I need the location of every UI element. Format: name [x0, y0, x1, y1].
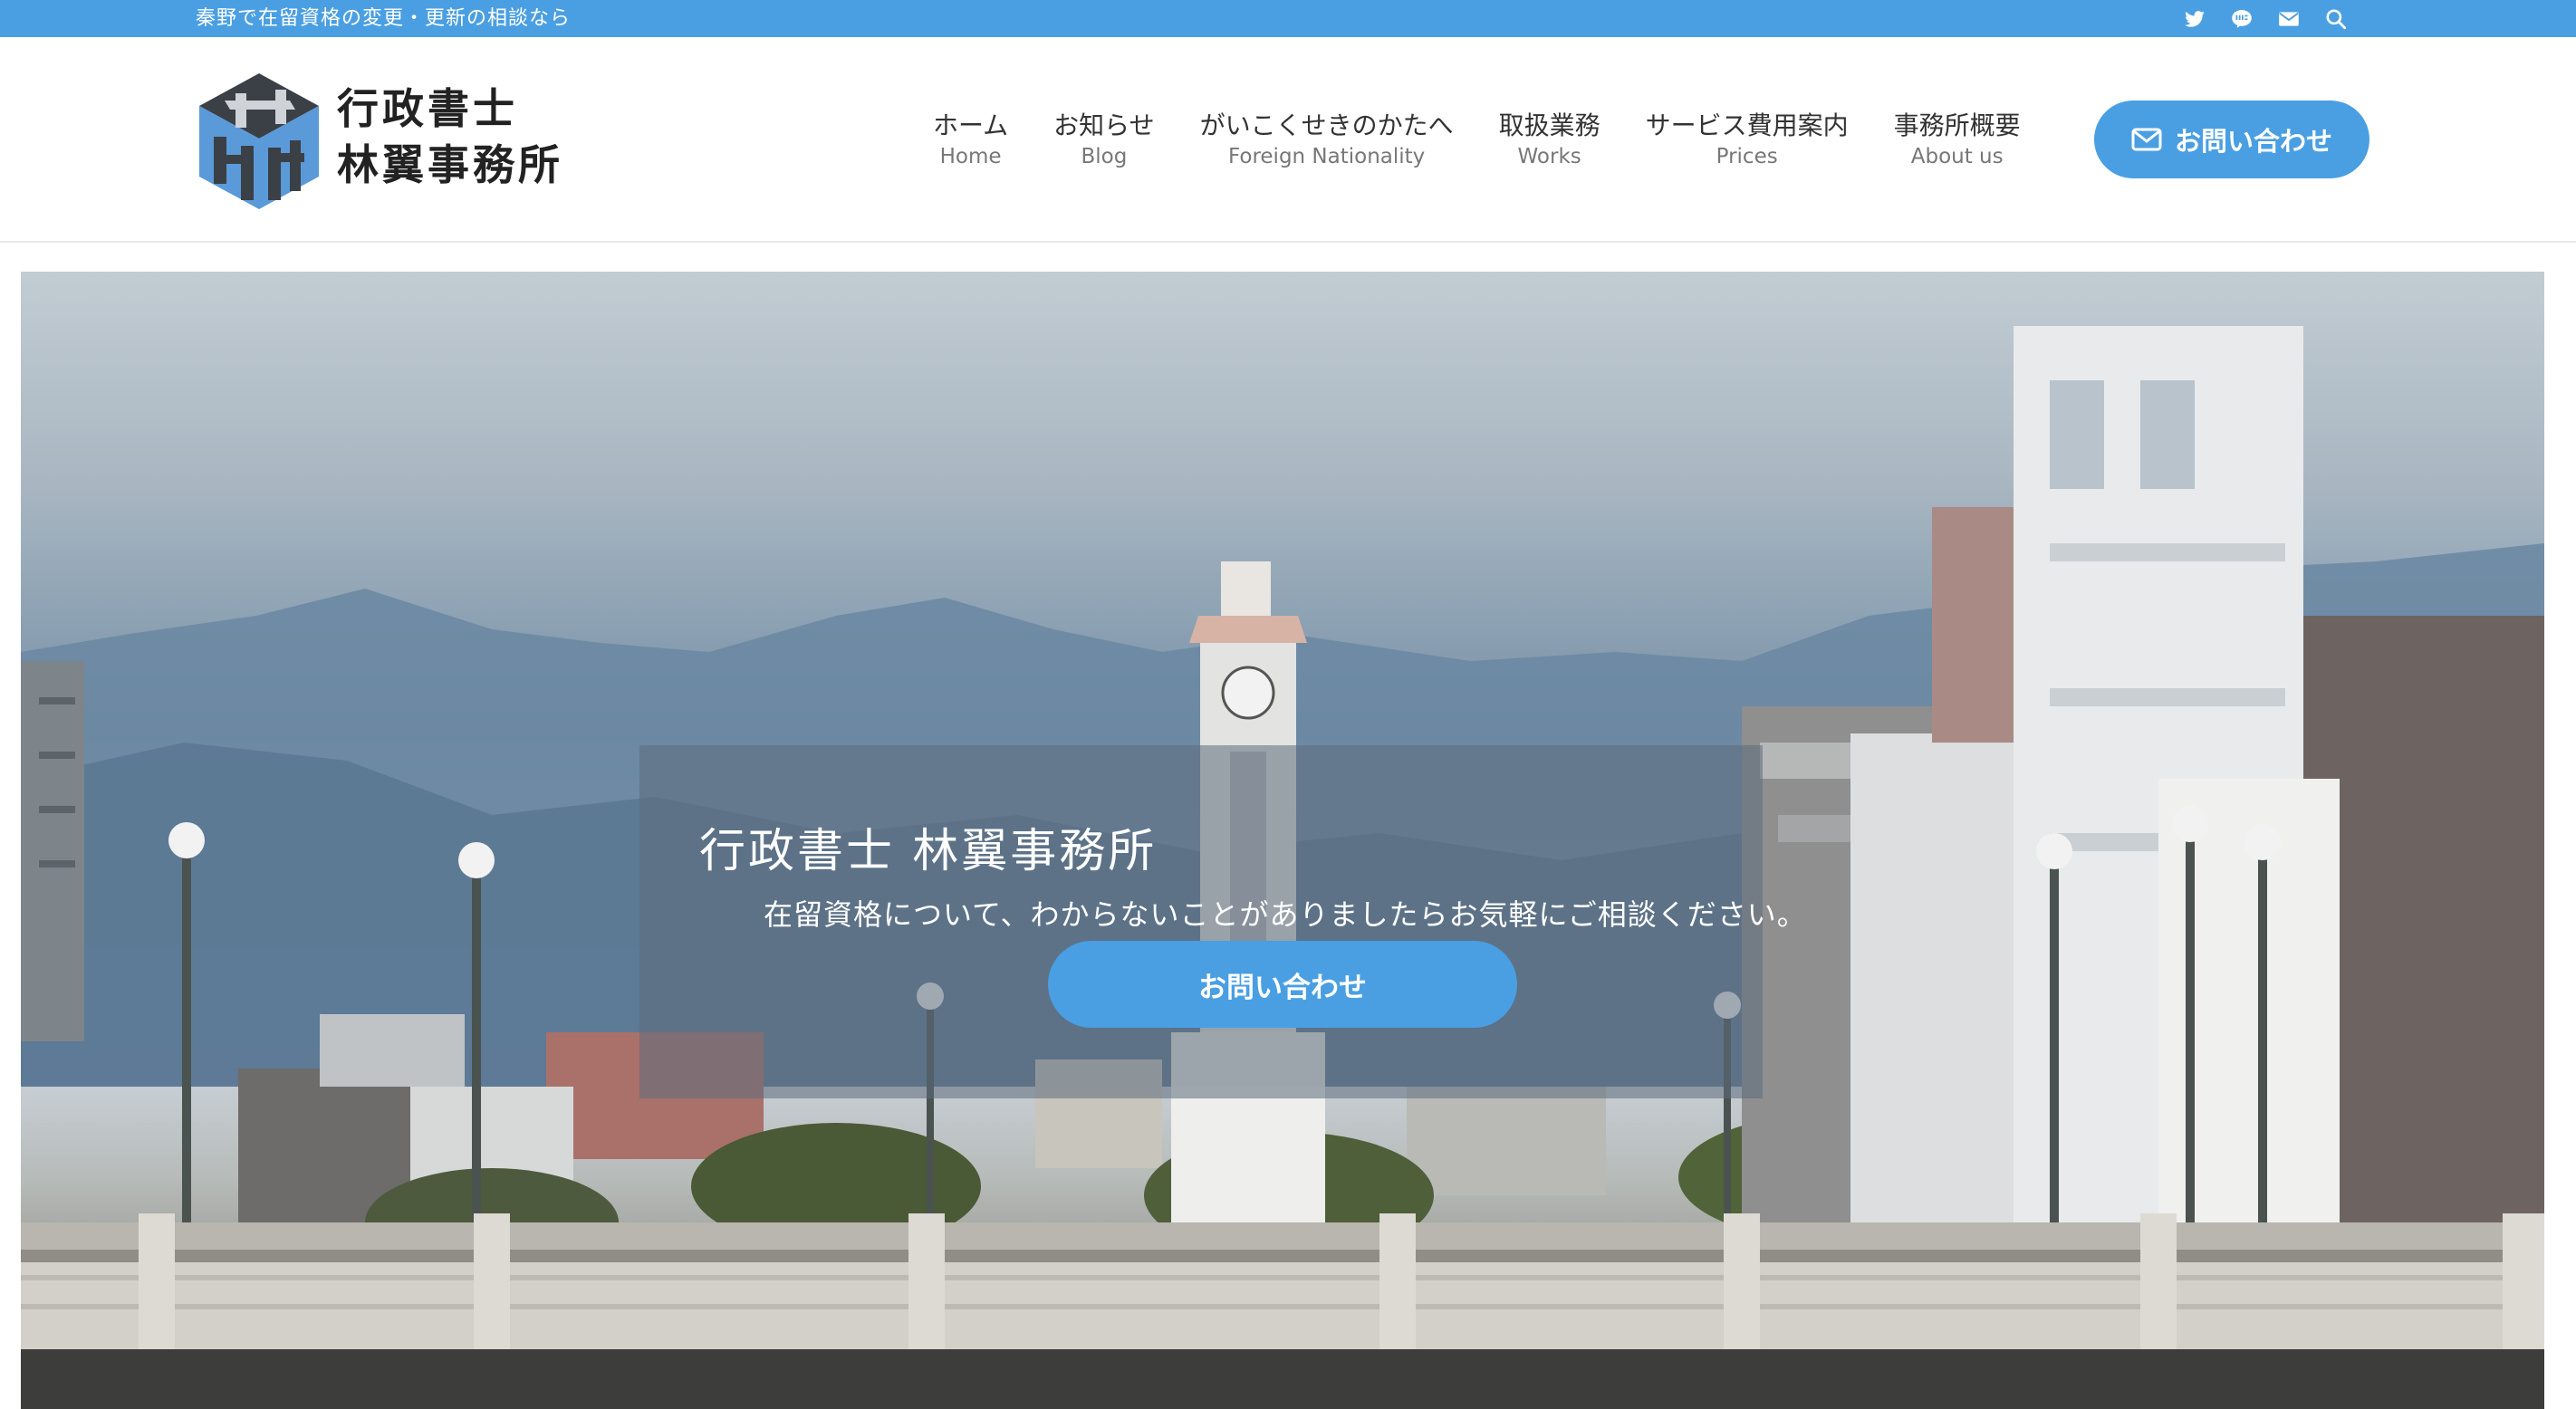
nav-label-en: About us [1910, 144, 2004, 168]
nav-label-jp: 取扱業務 [1498, 110, 1600, 140]
site-logo[interactable]: 行政書士 林翼事務所 [199, 73, 580, 209]
hero-subtitle: 在留資格について、わからないことがありましたらお気軽にご相談ください。 [764, 897, 1807, 932]
nav-item-works[interactable]: 取扱業務 Works [1499, 109, 1600, 170]
nav-item-home[interactable]: ホーム Home [933, 109, 1008, 170]
nav-label-en: Blog [1081, 144, 1128, 168]
nav-item-foreign-nationality[interactable]: がいこくせきのかたへ Foreign Nationality [1200, 109, 1454, 170]
mail-icon[interactable] [2277, 7, 2301, 31]
nav-label-jp: がいこくせきのかたへ [1199, 110, 1454, 140]
nav-label-en: Works [1517, 144, 1581, 168]
logo-text: 行政書士 林翼事務所 [337, 81, 563, 193]
twitter-icon[interactable] [2183, 7, 2206, 31]
header-contact-label: お問い合わせ [2174, 126, 2332, 157]
nav-label-jp: サービス費用案内 [1645, 110, 1849, 140]
site-header: 行政書士 林翼事務所 ホーム Home お知らせ Blog がいこくせきのかたへ… [0, 37, 2576, 243]
top-bar-tagline: 秦野で在留資格の変更・更新の相談なら [196, 7, 572, 30]
envelope-icon [2131, 128, 2162, 151]
line-icon[interactable] [2230, 7, 2254, 31]
logo-line-2: 林翼事務所 [337, 140, 563, 189]
nav-label-jp: ホーム [933, 110, 1009, 140]
hero-section [21, 272, 2544, 1409]
nav-item-blog[interactable]: お知らせ Blog [1053, 109, 1154, 170]
main-nav: ホーム Home お知らせ Blog がいこくせきのかたへ Foreign Na… [933, 37, 2066, 241]
nav-item-about[interactable]: 事務所概要 About us [1894, 109, 2021, 170]
hero-contact-button[interactable]: お問い合わせ [1048, 941, 1517, 1028]
nav-item-prices[interactable]: サービス費用案内 Prices [1646, 109, 1849, 170]
hero-title: 行政書士 林翼事務所 [699, 825, 1158, 878]
nav-label-en: Foreign Nationality [1227, 144, 1426, 168]
social-icons [2183, 0, 2348, 37]
nav-label-en: Prices [1716, 144, 1778, 168]
header-contact-button[interactable]: お問い合わせ [2094, 101, 2369, 178]
nav-label-jp: お知らせ [1053, 110, 1155, 140]
logo-cube-icon [199, 73, 319, 209]
search-icon[interactable] [2324, 7, 2348, 31]
nav-label-jp: 事務所概要 [1893, 110, 2021, 140]
logo-line-1: 行政書士 [337, 84, 518, 133]
top-bar: 秦野で在留資格の変更・更新の相談なら [0, 0, 2576, 37]
nav-label-en: Home [939, 144, 1002, 168]
